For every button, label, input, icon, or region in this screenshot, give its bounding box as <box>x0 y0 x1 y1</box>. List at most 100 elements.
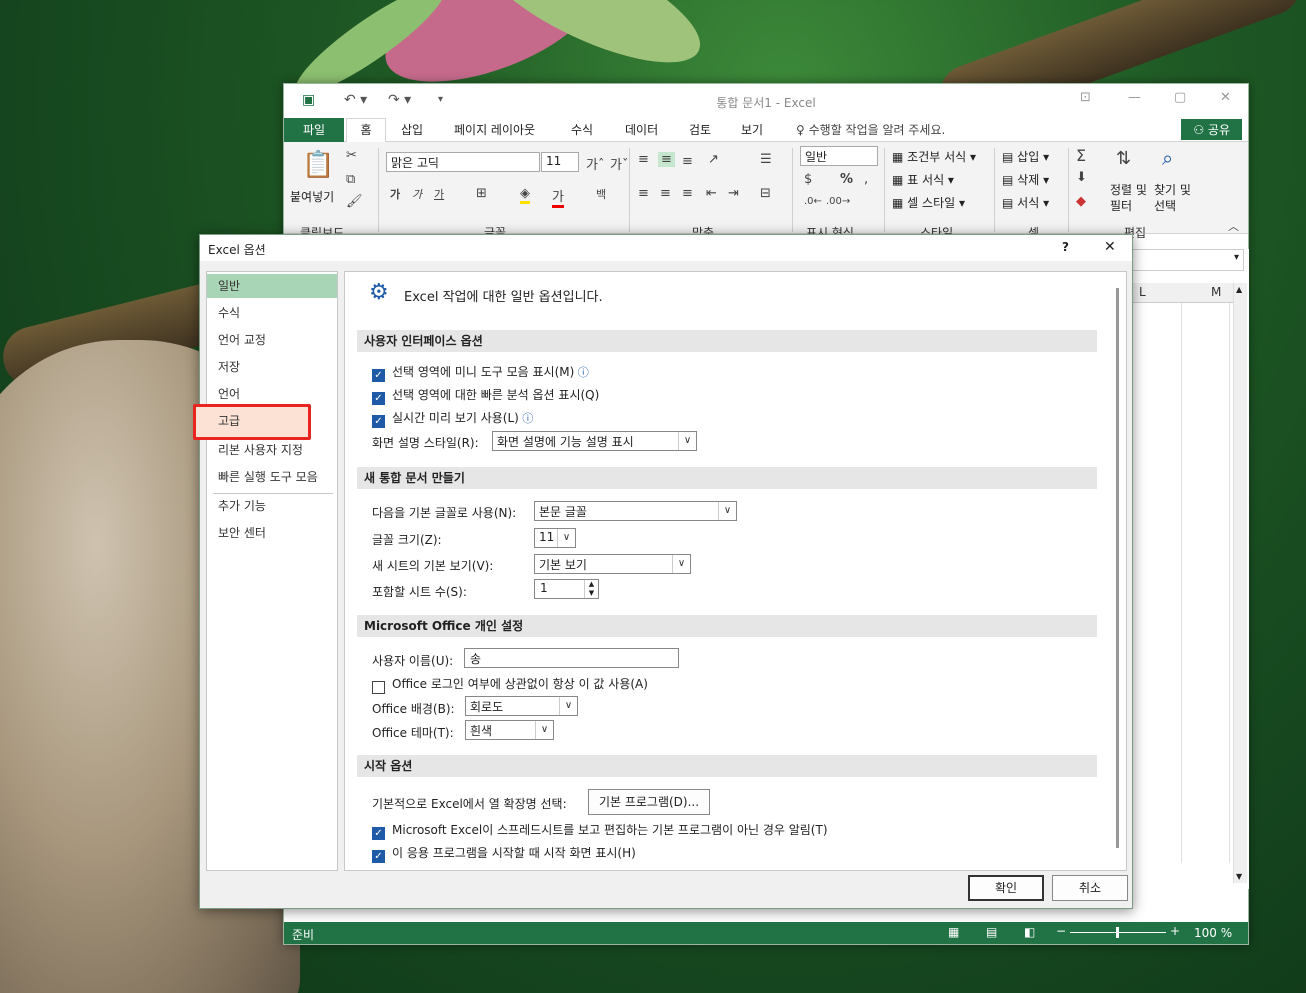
collapse-ribbon-icon[interactable]: ︿ <box>1228 218 1239 234</box>
paste-icon[interactable]: 📋 <box>302 150 334 180</box>
column-header-m[interactable]: M <box>1211 285 1221 299</box>
align-left-icon[interactable]: ≡ <box>638 186 649 201</box>
find-select-icon[interactable]: ⌕ <box>1162 146 1173 170</box>
merge-center-icon[interactable]: ⊟ <box>760 186 771 201</box>
show-start-option[interactable]: ✓ 이 응용 프로그램을 시작할 때 시작 화면 표시(H) <box>372 844 636 863</box>
tab-insert[interactable]: 삽입 <box>401 121 423 138</box>
ok-button[interactable]: 확인 <box>968 875 1044 901</box>
percent-icon[interactable]: % <box>840 172 853 187</box>
increase-decimal-icon[interactable]: .0← <box>804 196 822 207</box>
nav-item-proofing[interactable]: 언어 교정 <box>207 328 337 352</box>
tab-home[interactable]: 홈 <box>346 118 386 143</box>
cut-icon[interactable]: ✂ <box>346 148 357 163</box>
maximize-icon[interactable]: ▢ <box>1174 90 1186 105</box>
nav-item-add-ins[interactable]: 추가 기능 <box>207 494 337 518</box>
table-format-button[interactable]: ▦ 표 서식 ▾ <box>892 171 954 188</box>
default-programs-button[interactable]: 기본 프로그램(D)... <box>588 789 710 815</box>
minimize-icon[interactable]: — <box>1128 90 1141 105</box>
column-header-l[interactable]: L <box>1139 285 1146 299</box>
tab-view[interactable]: 보기 <box>741 121 763 138</box>
page-layout-view-icon[interactable]: ▤ <box>986 925 997 939</box>
tab-data[interactable]: 데이터 <box>625 121 658 138</box>
insert-cells-button[interactable]: ▤ 삽입 ▾ <box>1002 148 1049 165</box>
align-top-icon[interactable]: ≡ <box>638 152 649 167</box>
align-bottom-icon[interactable]: ≡ <box>682 154 693 169</box>
default-font-select[interactable]: 본문 글꼴 ∨ <box>534 501 737 521</box>
conditional-format-button[interactable]: ▦ 조건부 서식 ▾ <box>892 148 976 165</box>
tab-page-layout[interactable]: 페이지 레이아웃 <box>454 121 535 138</box>
font-size-combo[interactable]: 11 <box>541 152 579 172</box>
zoom-slider[interactable] <box>1070 927 1166 938</box>
zoom-slider-thumb[interactable] <box>1116 927 1119 938</box>
nav-item-customize-ribbon[interactable]: 리본 사용자 지정 <box>207 438 337 462</box>
always-use-option[interactable]: ✓ Office 로그인 여부에 상관없이 항상 이 값 사용(A) <box>372 675 648 694</box>
fill-color-icon[interactable]: ◈ <box>520 186 530 204</box>
notify-default-checkbox[interactable]: ✓ <box>372 827 385 840</box>
decrease-decimal-icon[interactable]: .00→ <box>826 196 850 207</box>
grow-font-icon[interactable]: 가ˆ <box>586 154 604 173</box>
show-start-checkbox[interactable]: ✓ <box>372 850 385 863</box>
decrease-indent-icon[interactable]: ⇤ <box>706 186 717 201</box>
scroll-up-icon[interactable]: ▲ <box>1236 285 1242 294</box>
spin-arrows-icon[interactable]: ▲ ▼ <box>584 580 598 598</box>
orientation-icon[interactable]: ↗ <box>708 152 719 167</box>
nav-item-trust-center[interactable]: 보안 센터 <box>207 521 337 545</box>
paste-label[interactable]: 붙여넣기 <box>290 188 334 205</box>
accounting-format-icon[interactable]: $ <box>804 172 812 187</box>
share-button[interactable]: ⚇ 공유 <box>1181 119 1242 140</box>
formula-bar-expand[interactable]: ▾ <box>1129 249 1244 271</box>
border-icon[interactable]: ⊞ <box>476 186 487 201</box>
ribbon-display-icon[interactable]: ⊡ <box>1080 90 1091 105</box>
page-break-view-icon[interactable]: ◧ <box>1024 925 1035 939</box>
vertical-scrollbar[interactable]: ▲ ▼ <box>1233 283 1247 883</box>
tab-formulas[interactable]: 수식 <box>571 121 593 138</box>
dialog-close-icon[interactable]: ✕ <box>1104 239 1116 255</box>
office-background-select[interactable]: 회로도 ∨ <box>465 696 578 716</box>
mini-toolbar-option[interactable]: ✓ 선택 영역에 미니 도구 모음 표시(M) ⓘ <box>372 363 589 382</box>
align-right-icon[interactable]: ≡ <box>682 186 693 201</box>
tell-me-box[interactable]: ♀ 수행할 작업을 알려 주세요. <box>796 121 945 138</box>
help-button[interactable]: ? <box>1062 240 1069 254</box>
normal-view-icon[interactable]: ▦ <box>948 925 959 939</box>
scroll-down-icon[interactable]: ▼ <box>1236 872 1242 881</box>
sort-filter-label[interactable]: 정렬 및 필터 <box>1110 182 1148 214</box>
always-use-checkbox[interactable]: ✓ <box>372 681 385 694</box>
live-preview-checkbox[interactable]: ✓ <box>372 415 385 428</box>
zoom-out-icon[interactable]: − <box>1056 924 1066 938</box>
tooltip-style-select[interactable]: 화면 설명에 기능 설명 표시 ∨ <box>492 431 697 451</box>
nav-item-general[interactable]: 일반 <box>207 274 337 298</box>
clear-icon[interactable]: ◆ <box>1076 194 1086 209</box>
content-scrollbar[interactable] <box>1116 288 1119 848</box>
font-size-select[interactable]: 11 ∨ <box>534 528 576 548</box>
default-view-select[interactable]: 기본 보기 ∨ <box>534 554 691 574</box>
bold-icon[interactable]: 가 <box>390 186 400 202</box>
live-preview-option[interactable]: ✓ 실시간 미리 보기 사용(L) ⓘ <box>372 409 533 428</box>
italic-icon[interactable]: 가 <box>412 186 422 202</box>
quick-analysis-option[interactable]: ✓ 선택 영역에 대한 빠른 분석 옵션 표시(Q) <box>372 386 599 405</box>
office-theme-select[interactable]: 흰색 ∨ <box>465 720 554 740</box>
align-center-icon[interactable]: ≡ <box>660 186 671 201</box>
quick-analysis-checkbox[interactable]: ✓ <box>372 392 385 405</box>
fill-icon[interactable]: ⬇ <box>1076 170 1087 185</box>
nav-item-formulas[interactable]: 수식 <box>207 301 337 325</box>
nav-item-language[interactable]: 언어 <box>207 382 337 406</box>
phonetic-icon[interactable]: 백 <box>596 186 606 202</box>
tab-file[interactable]: 파일 <box>284 118 344 142</box>
nav-item-quick-access-toolbar[interactable]: 빠른 실행 도구 모음 <box>207 465 337 489</box>
nav-item-save[interactable]: 저장 <box>207 355 337 379</box>
mini-toolbar-checkbox[interactable]: ✓ <box>372 369 385 382</box>
find-select-label[interactable]: 찾기 및 선택 <box>1154 182 1198 214</box>
copy-icon[interactable]: ⧉ <box>346 172 355 187</box>
comma-icon[interactable]: , <box>864 172 868 187</box>
nav-item-advanced[interactable]: 고급 <box>207 409 337 433</box>
notify-default-option[interactable]: ✓ Microsoft Excel이 스프레드시트를 보고 편집하는 기본 프로그… <box>372 821 828 840</box>
delete-cells-button[interactable]: ▤ 삭제 ▾ <box>1002 171 1049 188</box>
wrap-text-icon[interactable]: ☰ <box>760 152 772 167</box>
cancel-button[interactable]: 취소 <box>1052 875 1128 901</box>
format-cells-button[interactable]: ▤ 서식 ▾ <box>1002 194 1049 211</box>
underline-icon[interactable]: 가 <box>434 186 444 202</box>
increase-indent-icon[interactable]: ⇥ <box>728 186 739 201</box>
font-name-combo[interactable]: 맑은 고딕 <box>386 152 540 172</box>
format-painter-icon[interactable]: 🖌 <box>346 194 363 209</box>
shrink-font-icon[interactable]: 가ˇ <box>610 154 628 173</box>
